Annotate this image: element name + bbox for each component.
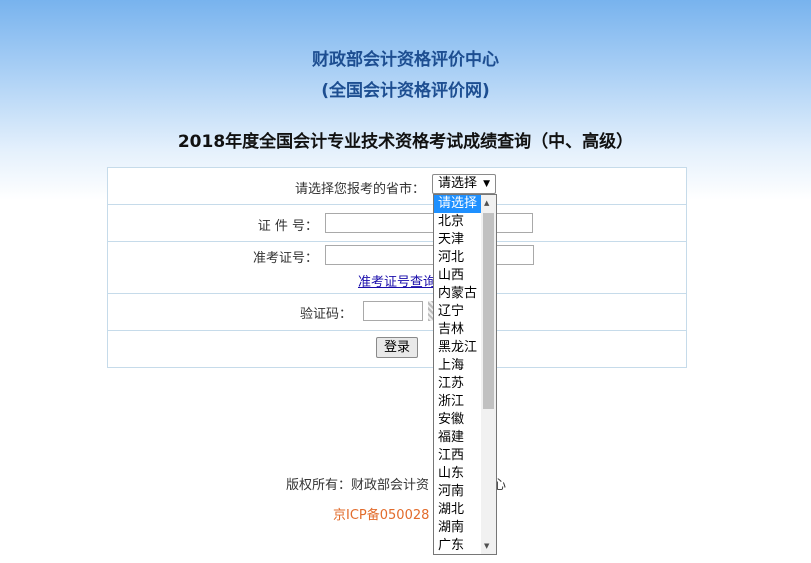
id-number-input[interactable] bbox=[325, 213, 533, 233]
id-label: 证 件 号： bbox=[257, 219, 318, 234]
org-title: 财政部会计资格评价中心 bbox=[312, 50, 499, 70]
captcha-input[interactable] bbox=[363, 301, 423, 321]
ticket-label: 准考证号： bbox=[252, 251, 318, 266]
scroll-down-icon[interactable]: ▼ bbox=[484, 542, 489, 550]
province-label: 请选择您报考的省市： bbox=[294, 182, 425, 197]
page-title: 2018年度全国会计专业技术资格考试成绩查询（中、高级） bbox=[177, 132, 634, 152]
ticket-lookup-link[interactable]: 准考证号查询 bbox=[358, 271, 436, 290]
province-dropdown-list[interactable]: 请选择 北京 天津 河北 山西 内蒙古 辽宁 吉林 黑龙江 上海 江苏 浙江 安徽 福建 江西 山东 河南 湖北湖… bbox=[433, 194, 497, 555]
chevron-down-icon: ▼ bbox=[483, 179, 490, 189]
copyright-main: 版权所有：财政部会计资 bbox=[286, 478, 430, 493]
org-subtitle: (全国会计资格评价网) bbox=[321, 81, 490, 101]
icp-link[interactable]: 京ICP备050028 bbox=[333, 504, 429, 523]
captcha-label: 验证码： bbox=[299, 307, 352, 322]
province-select-value: 请选择 bbox=[438, 176, 478, 191]
province-select[interactable]: 请选择 ▼ bbox=[432, 174, 496, 194]
scrollbar-thumb[interactable] bbox=[483, 213, 494, 409]
ticket-number-input[interactable] bbox=[325, 245, 534, 265]
login-button[interactable]: 登录 bbox=[376, 337, 418, 358]
dropdown-scrollbar[interactable]: ▲ ▼ bbox=[481, 195, 496, 554]
scroll-up-icon[interactable]: ▲ bbox=[484, 199, 489, 207]
